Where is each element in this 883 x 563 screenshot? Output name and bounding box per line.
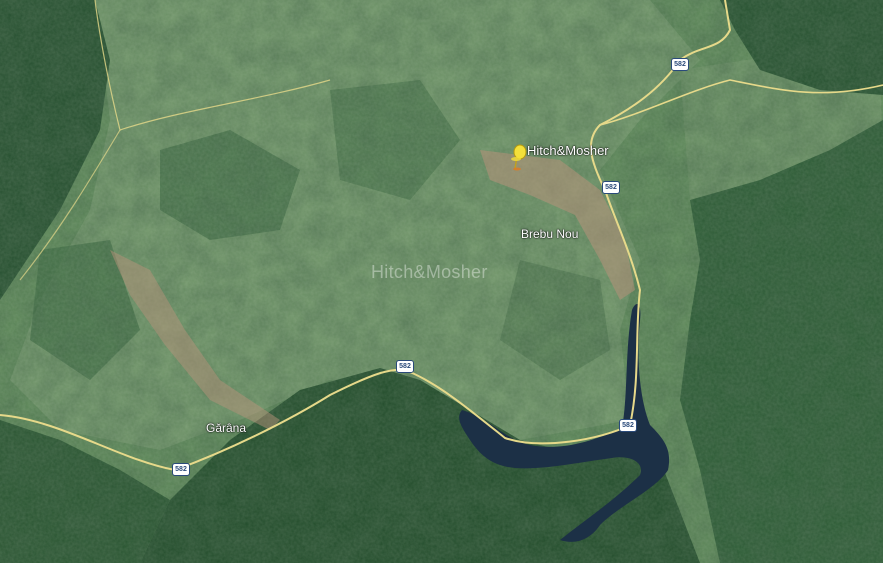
satellite-map[interactable]: 582 582 582 582 582 Brebu Nou Gărâna Hit… [0, 0, 883, 563]
road-shield-582: 582 [671, 58, 689, 71]
watermark: Hitch&Mosher [371, 262, 488, 282]
place-label-brebu-nou: Brebu Nou [521, 227, 579, 241]
road-shield-582: 582 [619, 419, 637, 432]
road-shield-582: 582 [172, 463, 190, 476]
place-label-garana: Gărâna [206, 421, 247, 435]
pin-label[interactable]: Hitch&Mosher [527, 143, 609, 158]
road-shield-582: 582 [396, 360, 414, 373]
road-shield-582: 582 [602, 181, 620, 194]
